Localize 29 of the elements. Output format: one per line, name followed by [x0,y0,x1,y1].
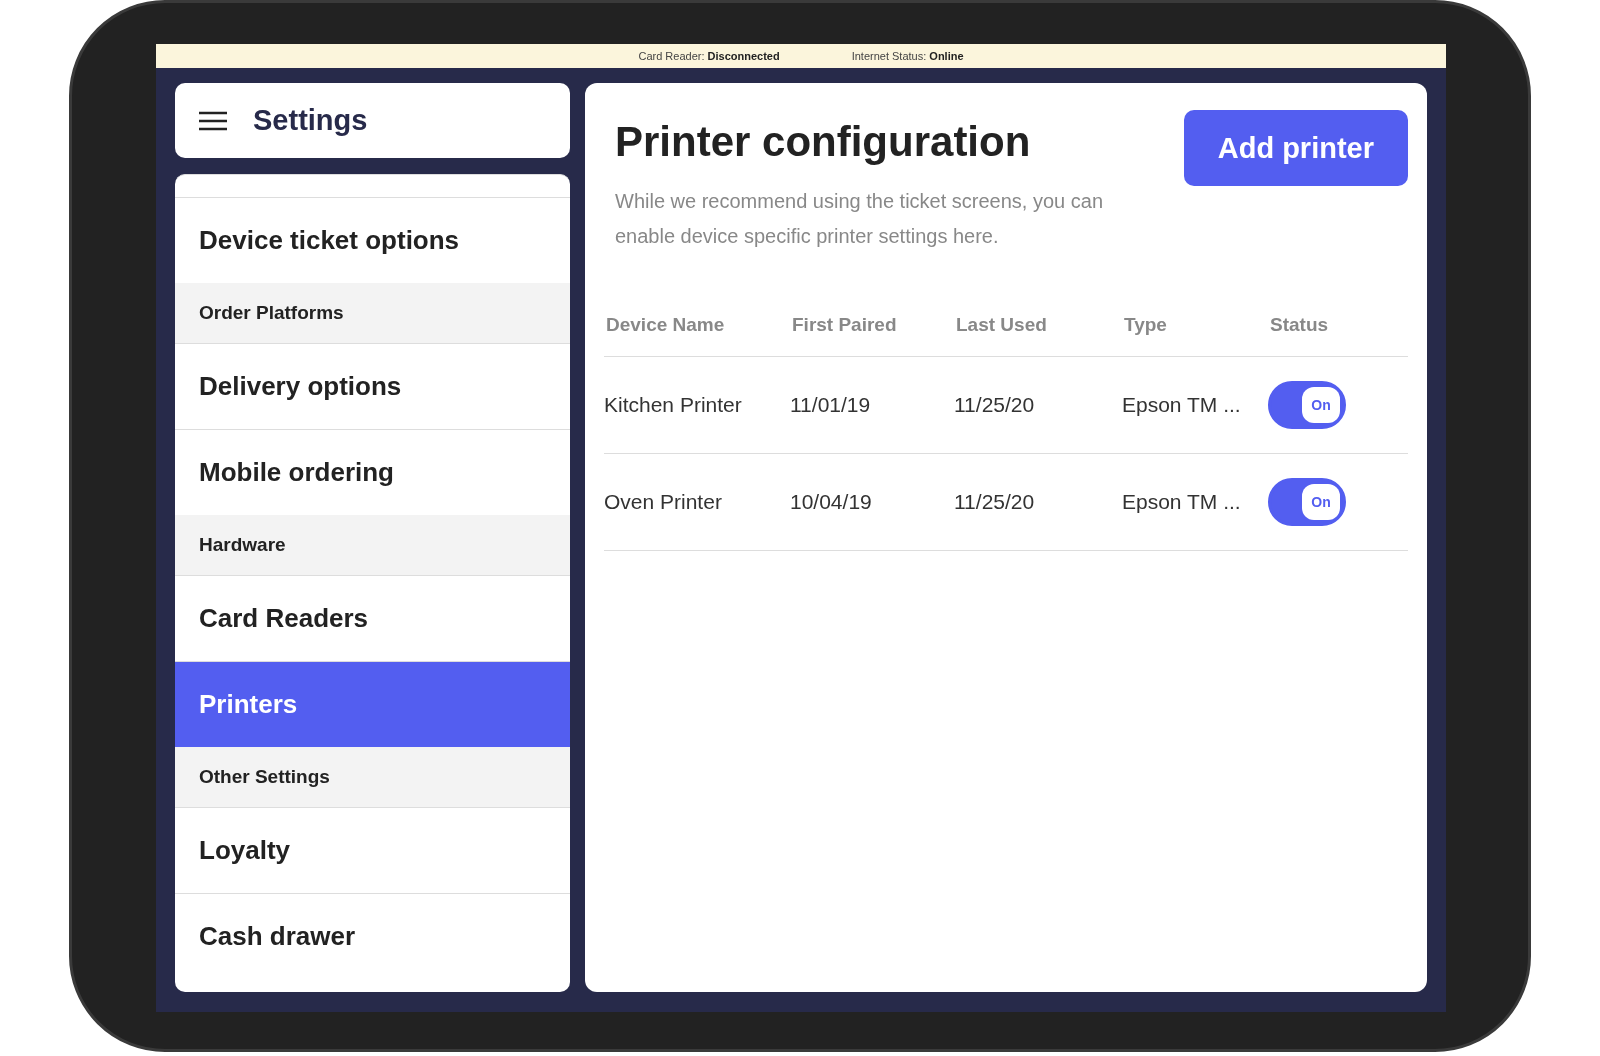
section-header: Hardware [175,515,570,575]
sidebar-item[interactable]: Cash drawer [175,893,570,979]
add-printer-button[interactable]: Add printer [1183,110,1408,186]
sidebar-title: Settings [253,104,368,137]
toggle-switch[interactable]: On [1268,381,1346,429]
table-cell-text: Kitchen Printer [604,393,743,417]
column-header: Device Name [605,314,726,336]
column-header: Status [1269,314,1330,336]
status-text: Internet Status: Online [851,50,964,62]
table-cell-text: 10/04/19 [790,490,873,514]
sidebar-item[interactable]: Loyalty [175,807,570,893]
table-cell-text: 11/25/20 [954,393,1036,417]
toggle-switch[interactable]: On [1268,478,1346,526]
column-header: First Paired [791,314,898,336]
column-header: Type [1123,314,1168,336]
page-title: Printer configuration [615,118,1032,166]
table-cell-text: Epson TM ... [1122,393,1242,417]
description: While we recommend using the ticket screens, you can enable device specific printer settings here. [615,189,1104,249]
menu-icon[interactable] [199,110,227,131]
status-text: Card Reader: Disconnected [638,50,780,62]
table-cell-text: 11/01/19 [790,393,872,417]
section-header: Order Platforms [175,283,570,343]
table-cell-text: Epson TM ... [1122,490,1242,514]
column-header: Last Used [955,314,1048,336]
table-cell-text: 11/25/20 [954,490,1036,514]
section-header: Other Settings [175,747,570,807]
table-cell-text: Oven Printer [604,490,723,514]
sidebar-item[interactable]: Delivery options [175,343,570,429]
sidebar-item[interactable]: Printers [175,661,570,747]
